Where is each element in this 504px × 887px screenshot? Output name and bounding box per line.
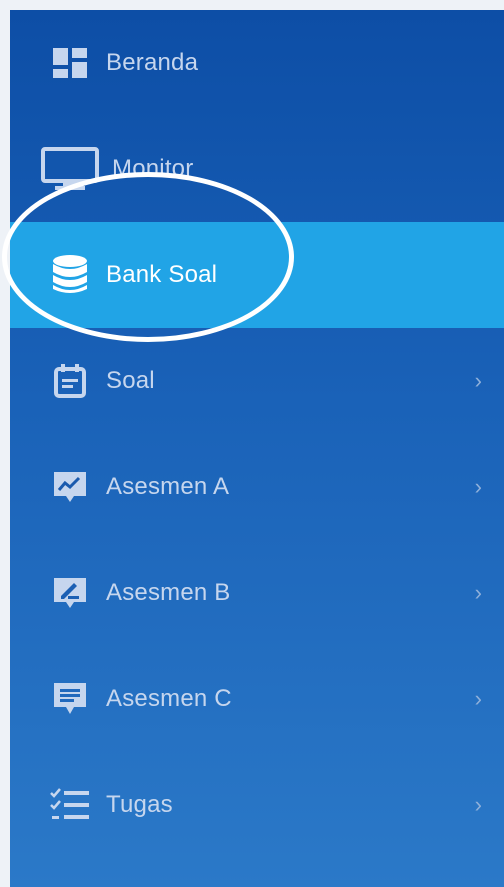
- menu-item-label: Tugas: [106, 791, 173, 818]
- message-text-icon: [46, 675, 94, 723]
- monitor-icon: [40, 145, 100, 193]
- menu-item-monitor[interactable]: Monitor: [10, 116, 504, 222]
- menu-item-label: Asesmen B: [106, 579, 231, 606]
- menu-item-asesmen-b[interactable]: Asesmen B ›: [10, 540, 504, 646]
- menu-item-bank-soal[interactable]: Bank Soal: [10, 222, 504, 328]
- chevron-right-icon: ›: [474, 580, 482, 605]
- menu-item-tugas[interactable]: Tugas ›: [10, 752, 504, 858]
- database-icon: [46, 251, 94, 299]
- menu-item-label: Bank Soal: [106, 261, 218, 288]
- menu-item-label: Asesmen A: [106, 473, 230, 500]
- menu-item-soal[interactable]: Soal ›: [10, 328, 504, 434]
- chevron-right-icon: ›: [474, 686, 482, 711]
- menu-item-label: Beranda: [106, 49, 199, 76]
- menu-item-label: Asesmen C: [106, 685, 232, 712]
- menu-item-label: Monitor: [112, 155, 194, 182]
- edit-comment-icon: [46, 569, 94, 617]
- sidebar-menu: Beranda Monitor Bank Soal Soal › Asesmen…: [10, 10, 504, 887]
- dashboard-icon: [46, 39, 94, 87]
- chevron-right-icon: ›: [474, 368, 482, 393]
- calendar-icon: [46, 357, 94, 405]
- menu-item-label: Soal: [106, 367, 155, 394]
- chart-comment-icon: [46, 463, 94, 511]
- menu-item-asesmen-a[interactable]: Asesmen A ›: [10, 434, 504, 540]
- checklist-icon: [46, 781, 94, 829]
- chevron-right-icon: ›: [474, 792, 482, 817]
- chevron-right-icon: ›: [474, 474, 482, 499]
- menu-item-beranda[interactable]: Beranda: [10, 10, 504, 116]
- menu-item-asesmen-c[interactable]: Asesmen C ›: [10, 646, 504, 752]
